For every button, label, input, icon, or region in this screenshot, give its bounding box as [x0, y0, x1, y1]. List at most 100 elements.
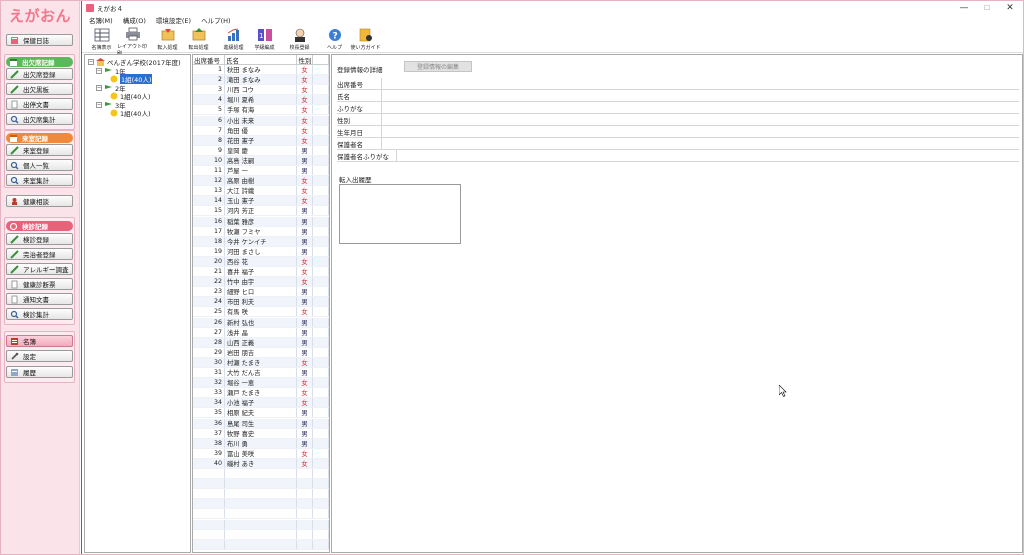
tenshutsu-button[interactable]: 転出処理	[183, 26, 214, 53]
shukketsu-touroku-button[interactable]: 出欠席登録	[6, 68, 73, 80]
table-row[interactable]: 40 磯村 あき女	[193, 458, 329, 469]
table-row[interactable]: 12 高原 由樹女	[193, 176, 329, 187]
kenshin-shukei-button[interactable]: 検診集計	[6, 308, 73, 320]
allergy-chousa-button[interactable]: アレルギー調査	[6, 263, 73, 275]
help-button[interactable]: ? ヘルプ	[319, 26, 350, 53]
table-row[interactable]	[193, 539, 329, 550]
tsuuchi-bunsho-button[interactable]: 通知文書	[6, 293, 73, 305]
table-row[interactable]: 36 島尾 司生男	[193, 418, 329, 429]
table-row[interactable]: 6 小出 未来女	[193, 115, 329, 126]
tree-node-class-3-1[interactable]: 1組(40人)	[110, 108, 150, 118]
table-row[interactable]: 2 滝田 まなみ女	[193, 75, 329, 86]
table-row[interactable]	[193, 499, 329, 510]
table-row[interactable]: 31 大竹 だん吉男	[193, 368, 329, 379]
table-row[interactable]: 4 堀川 夏希女	[193, 95, 329, 106]
table-row[interactable]: 16 稲葉 雅彦男	[193, 216, 329, 227]
table-row[interactable]: 26 新村 弘也男	[193, 317, 329, 328]
close-button[interactable]: ✕	[1000, 1, 1020, 14]
table-row[interactable]: 34 小池 福子女	[193, 398, 329, 409]
cell-blank	[313, 438, 329, 448]
table-row[interactable]	[193, 529, 329, 540]
table-row[interactable]: 38 布川 勇男	[193, 438, 329, 449]
kenkou-soudan-button[interactable]: 健康相談	[6, 195, 73, 207]
menu-help[interactable]: ヘルプ(H)	[201, 15, 230, 25]
table-row[interactable]: 39 冨山 美咲女	[193, 448, 329, 459]
collapse-icon[interactable]: −	[96, 68, 102, 74]
kouchou-touroku-button[interactable]: 校長登録	[284, 26, 315, 53]
table-row[interactable]	[193, 519, 329, 530]
table-row[interactable]: 30 村瀬 たまき女	[193, 357, 329, 368]
table-row[interactable]: 18 今井 ケンイチ男	[193, 236, 329, 247]
table-row[interactable]: 35 相原 紀夫男	[193, 408, 329, 419]
kanchisha-touroku-button[interactable]: 完治者登録	[6, 248, 73, 260]
kenkou-shindansho-button[interactable]: 健康診断票	[6, 278, 73, 290]
table-row[interactable]: 14 玉山 憲子女	[193, 196, 329, 207]
kenshin-touroku-button[interactable]: 検診登録	[6, 233, 73, 245]
shukketsu-kokuban-button[interactable]: 出欠黒板	[6, 83, 73, 95]
collapse-icon[interactable]: −	[96, 102, 102, 108]
tennyuu-button[interactable]: 転入処理	[152, 26, 183, 53]
menu-meibo[interactable]: 名簿(M)	[89, 15, 113, 25]
gakkyuu-hensei-button[interactable]: 1 学級編成	[249, 26, 280, 53]
table-row[interactable]: 19 河田 まさし男	[193, 246, 329, 257]
table-row[interactable]: 11 芦屋 一男	[193, 166, 329, 177]
cell-blank	[313, 378, 329, 388]
shinkyuu-button[interactable]: 進級処理	[218, 26, 249, 53]
kojin-ichiran-button[interactable]: 個人一覧	[6, 159, 73, 171]
table-row[interactable]: 8 花田 憲子女	[193, 135, 329, 146]
cell-shusseki-bangou: 28	[193, 337, 225, 347]
menu-kankyou-settei[interactable]: 環境設定(E)	[156, 15, 191, 25]
table-row[interactable]: 3 川西 コウ女	[193, 85, 329, 96]
table-row[interactable]	[193, 489, 329, 500]
settei-button[interactable]: 設定	[6, 350, 73, 362]
table-row[interactable]: 23 細野 ヒロ男	[193, 287, 329, 298]
guide-button[interactable]: 使い方ガイド	[350, 26, 381, 53]
meibo-button[interactable]: 名簿	[6, 335, 73, 347]
table-row[interactable]: 13 大江 詩織女	[193, 186, 329, 197]
header-seibetsu[interactable]: 性別	[297, 55, 313, 65]
table-row[interactable]: 7 角田 優女	[193, 125, 329, 136]
table-row[interactable]: 24 市田 利夫男	[193, 297, 329, 308]
main-window: えがお４ — ☐ ✕ 名簿(M) 構成(O) 環境設定(E) ヘルプ(H) 名簿…	[81, 0, 1024, 555]
table-row[interactable]: 17 牧瀬 フミヤ男	[193, 226, 329, 237]
table-row[interactable]: 5 手塚 有海女	[193, 105, 329, 116]
maximize-button[interactable]: ☐	[977, 1, 997, 14]
table-row[interactable]: 10 高島 法嗣男	[193, 155, 329, 166]
raishitsu-shukei-button[interactable]: 来室集計	[6, 174, 73, 186]
shutei-bunsho-button[interactable]: 出停文書	[6, 98, 73, 110]
table-row[interactable]	[193, 509, 329, 520]
table-row[interactable]: 21 喜井 福子女	[193, 267, 329, 278]
menu-kousei[interactable]: 構成(O)	[123, 15, 146, 25]
header-shimei[interactable]: 氏名	[225, 55, 297, 65]
header-shusseki-bangou[interactable]: 出席番号	[193, 55, 225, 65]
table-row[interactable]: 28 山西 正義男	[193, 337, 329, 348]
collapse-icon[interactable]: −	[96, 85, 102, 91]
table-row[interactable]: 33 瀬戸 たまき女	[193, 388, 329, 399]
collapse-icon[interactable]: −	[88, 59, 94, 65]
table-row[interactable]: 25 有馬 咲女	[193, 307, 329, 318]
history-list[interactable]	[339, 184, 461, 244]
table-row[interactable]: 32 堀谷 一恵女	[193, 378, 329, 389]
minimize-button[interactable]: —	[954, 1, 974, 14]
table-row[interactable]: 15 河内 芳正男	[193, 206, 329, 217]
cell-seibetsu: 女	[297, 267, 313, 277]
table-row[interactable]: 27 浅井 晶男	[193, 327, 329, 338]
table-row[interactable]: 22 竹中 由宇女	[193, 277, 329, 288]
raishitsu-touroku-button[interactable]: 来室登録	[6, 144, 73, 156]
rireki-button[interactable]: 履歴	[6, 366, 73, 378]
table-row[interactable]	[193, 469, 329, 480]
layout-print-button[interactable]: レイアウト印刷	[117, 26, 148, 57]
hoken-nisshi-button[interactable]: 保健日誌	[6, 34, 73, 46]
meibo-hyouji-button[interactable]: 名簿表示	[86, 26, 117, 53]
edit-info-button[interactable]: 登録情報の編集	[404, 61, 472, 72]
table-row[interactable]: 1 秋田 まなみ女	[193, 65, 329, 76]
shukketsu-shukei-button[interactable]: 出欠席集計	[6, 113, 73, 125]
table-row[interactable]: 37 牧野 喜史男	[193, 428, 329, 439]
app-icon	[86, 3, 94, 12]
table-row[interactable]: 29 岩田 朋吉男	[193, 347, 329, 358]
table-row[interactable]: 20 西谷 花女	[193, 256, 329, 267]
table-row[interactable]	[193, 479, 329, 490]
history-label: 転入出履歴	[339, 176, 372, 184]
cell-blank	[313, 186, 329, 196]
table-row[interactable]: 9 皇岡 慶男	[193, 145, 329, 156]
